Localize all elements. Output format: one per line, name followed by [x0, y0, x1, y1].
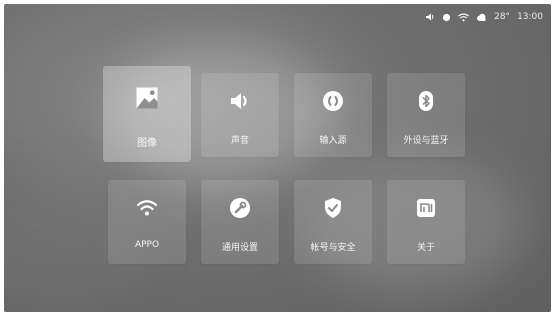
speaker-icon — [231, 93, 247, 109]
dot-icon — [443, 13, 451, 21]
tile-label: 声音 — [230, 136, 249, 146]
tile-input-source[interactable]: 输入源 — [294, 73, 372, 157]
tile-label: 外设与蓝牙 — [403, 136, 449, 146]
tile-account-security[interactable]: 帐号与安全 — [294, 180, 372, 264]
tile-label: 图像 — [137, 138, 157, 149]
tile-label: 关于 — [416, 243, 435, 253]
input-source-icon — [323, 91, 343, 111]
wifi-icon — [458, 13, 469, 21]
clock-text: 13:00 — [517, 12, 543, 22]
tile-bluetooth[interactable]: 外设与蓝牙 — [387, 73, 465, 157]
weather-icon — [477, 13, 486, 21]
tile-label: 帐号与安全 — [310, 243, 356, 253]
tile-about[interactable]: 关于 — [387, 180, 465, 264]
image-icon — [136, 87, 158, 109]
tile-label: 通用设置 — [221, 243, 258, 253]
tile-sound[interactable]: 声音 — [201, 73, 279, 157]
tile-image[interactable]: 图像 — [103, 66, 191, 162]
status-bar: 28° 13:00 — [425, 10, 543, 24]
temperature-text: 28° — [494, 12, 511, 22]
tile-label: 输入源 — [319, 136, 347, 146]
wifi-icon — [136, 200, 158, 216]
tile-appo[interactable]: APPO — [108, 180, 186, 264]
wrench-icon — [230, 198, 250, 218]
settings-screen: 28° 13:00 图像 声音 输入源 外设与蓝牙 APPO 通用设置 帐号与安… — [4, 4, 551, 312]
tile-general-settings[interactable]: 通用设置 — [201, 180, 279, 264]
shield-check-icon — [325, 198, 341, 218]
mi-logo-icon — [417, 199, 435, 217]
volume-icon — [426, 13, 434, 21]
bluetooth-icon — [419, 91, 433, 111]
tile-label: APPO — [134, 240, 160, 250]
